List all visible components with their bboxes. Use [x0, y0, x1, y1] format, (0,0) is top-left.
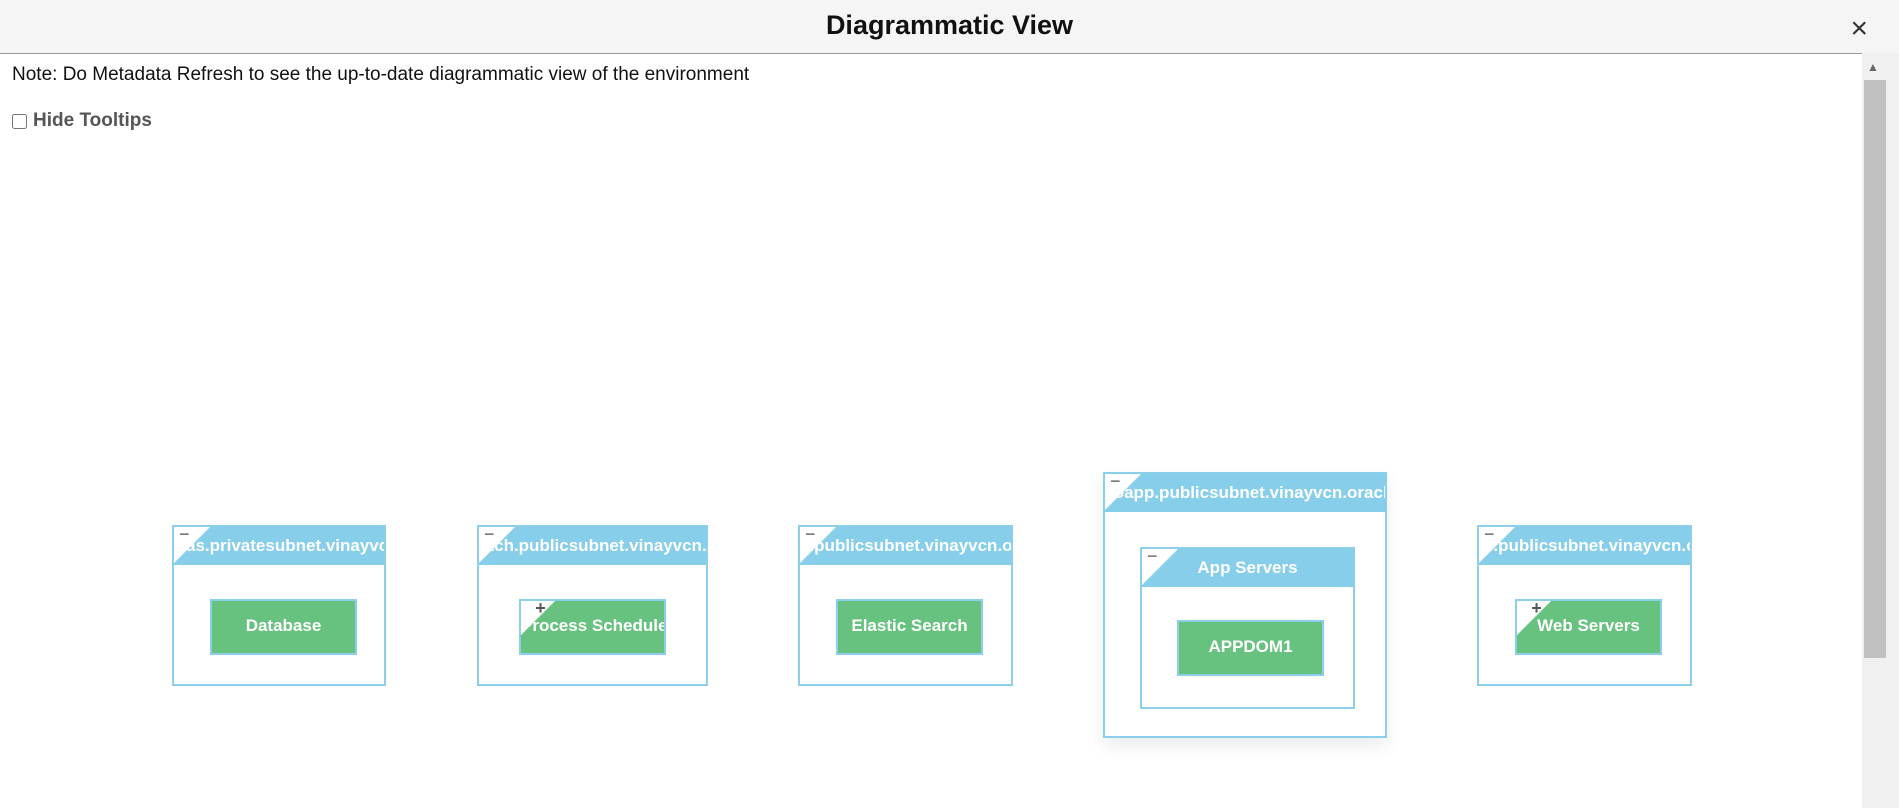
metadata-refresh-note: Note: Do Metadata Refresh to see the up-…: [12, 64, 750, 85]
collapse-icon[interactable]: −: [1479, 525, 1515, 563]
component-elastic-search[interactable]: Elastic Search: [836, 599, 983, 655]
hide-tooltips-label: Hide Tooltips: [33, 110, 152, 131]
host-node-process-scheduler[interactable]: atch.publicsubnet.vinayvcn.oraclevcn.com…: [477, 525, 708, 686]
dialog-titlebar: Diagrammatic View ×: [0, 0, 1899, 54]
collapse-icon[interactable]: −: [1105, 472, 1141, 510]
close-icon[interactable]: ×: [1850, 14, 1868, 44]
collapse-icon[interactable]: −: [1142, 547, 1178, 585]
hide-tooltips-option[interactable]: Hide Tooltips: [12, 110, 152, 132]
component-appdom1[interactable]: APPDOM1: [1177, 620, 1324, 676]
component-label: Web Servers: [1537, 616, 1640, 635]
host-node-header: ioapp.publicsubnet.vinayvcn.oraclevcn.co…: [1105, 474, 1385, 512]
host-node-app-servers[interactable]: ioapp.publicsubnet.vinayvcn.oraclevcn.co…: [1103, 472, 1387, 738]
expand-icon[interactable]: +: [521, 601, 555, 635]
dialog-title: Diagrammatic View: [825, 10, 1074, 40]
group-app-servers[interactable]: App Servers − APPDOM1: [1140, 547, 1355, 709]
component-web-servers[interactable]: Web Servers +: [1515, 599, 1662, 655]
content-scrollbar-thumb[interactable]: [1864, 80, 1886, 658]
host-node-elastic-search[interactable]: k.publicsubnet.vinayvcn.oraclevcn.com − …: [798, 525, 1013, 686]
scroll-up-icon[interactable]: ▲: [1867, 60, 1879, 74]
host-node-database[interactable]: as.privatesubnet.vinayvcn.oraclevcn.com …: [172, 525, 386, 686]
component-process-scheduler[interactable]: Process Scheduler +: [519, 599, 666, 655]
component-database[interactable]: Database: [210, 599, 357, 655]
collapse-icon[interactable]: −: [479, 525, 515, 563]
collapse-icon[interactable]: −: [174, 525, 210, 563]
expand-icon[interactable]: +: [1517, 601, 1551, 635]
collapse-icon[interactable]: −: [800, 525, 836, 563]
host-node-web-servers[interactable]: b.publicsubnet.vinayvcn.oraclevcn.com − …: [1477, 525, 1692, 686]
hide-tooltips-checkbox[interactable]: [12, 113, 27, 129]
